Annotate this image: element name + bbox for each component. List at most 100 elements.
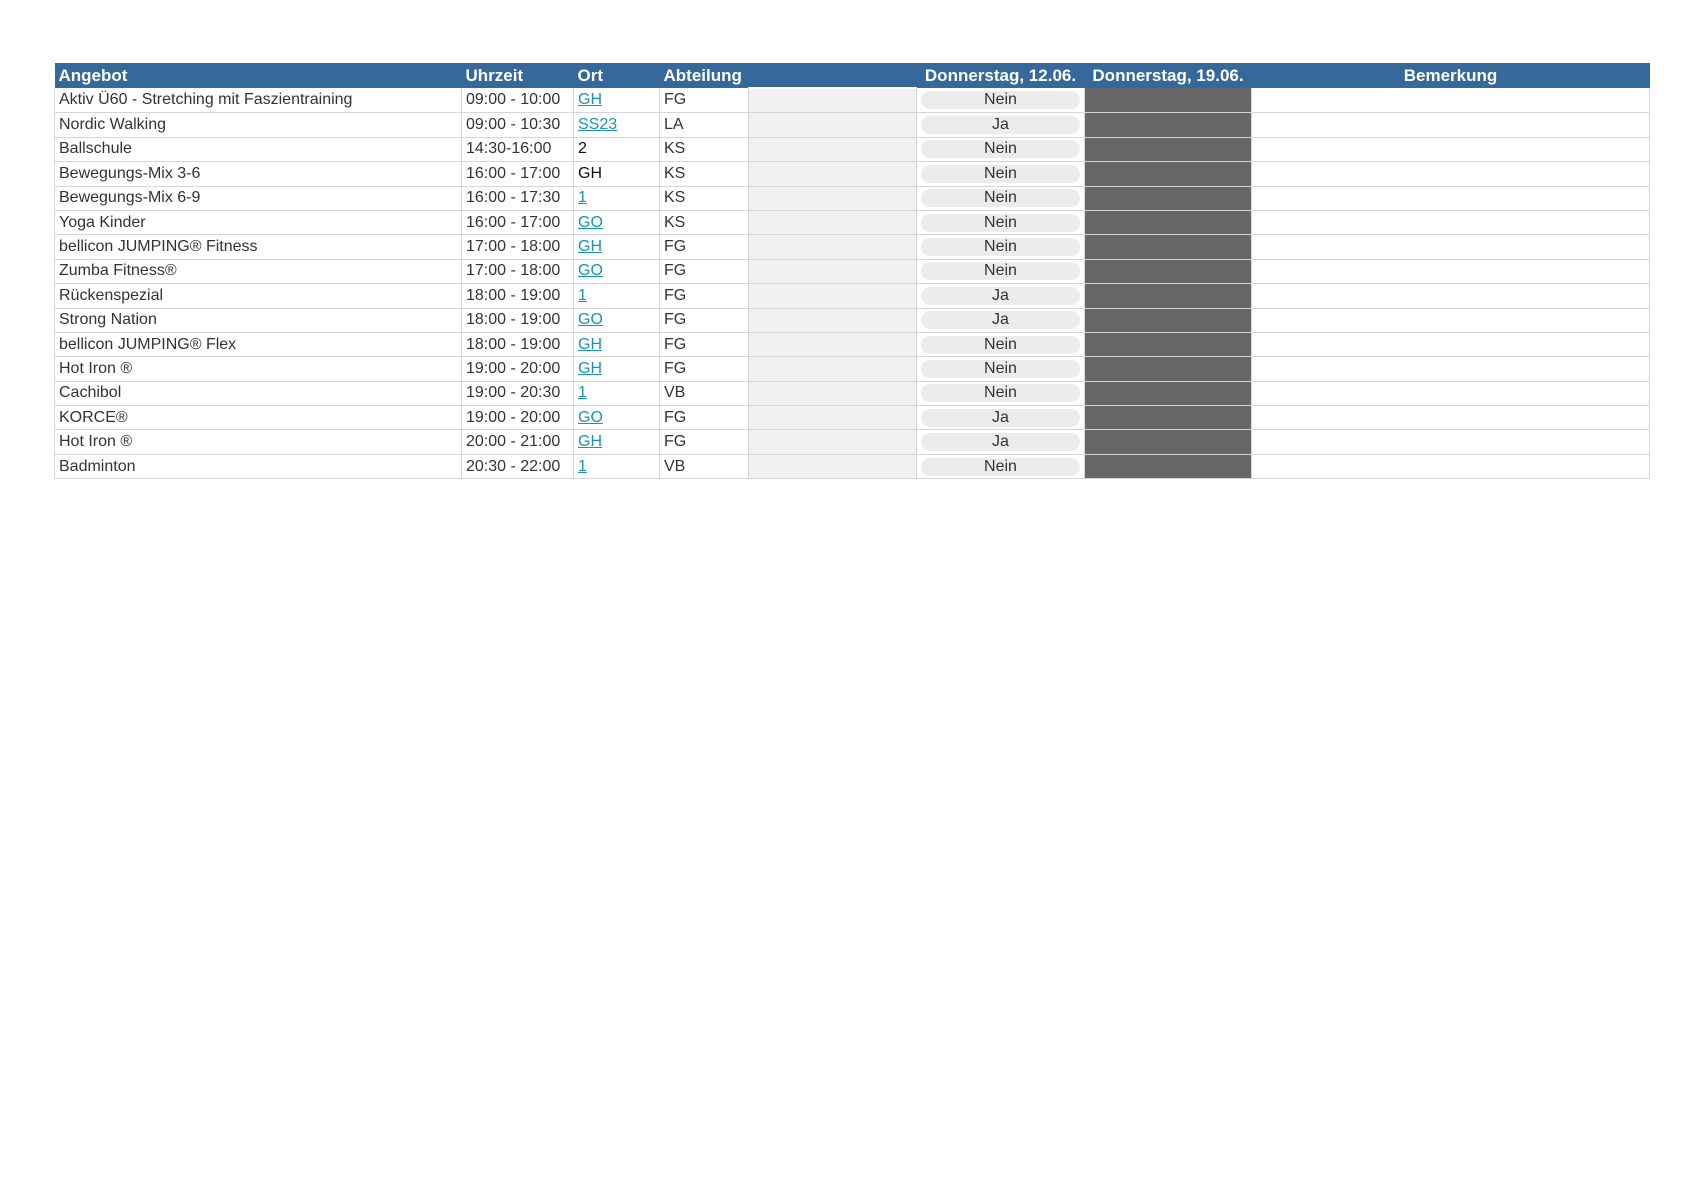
cell-angebot: Yoga Kinder xyxy=(54,210,462,236)
cell-status-date-1[interactable]: Nein xyxy=(916,186,1085,211)
header-abteilung: Abteilung xyxy=(659,63,749,88)
cell-bemerkung[interactable] xyxy=(1251,259,1650,285)
cell-bemerkung[interactable] xyxy=(1251,88,1650,114)
status-pill[interactable]: Nein xyxy=(921,213,1080,232)
ort-link[interactable]: GH xyxy=(578,91,602,108)
status-pill[interactable]: Nein xyxy=(921,140,1080,159)
cell-uhrzeit: 16:00 - 17:30 xyxy=(461,186,574,211)
cell-uhrzeit: 09:00 - 10:30 xyxy=(461,112,574,138)
cell-status-date-1[interactable]: Nein xyxy=(916,381,1085,407)
cell-angebot: Hot Iron ® xyxy=(54,356,462,382)
table-row: Badminton 20:30 - 22:00 1 VB Nein xyxy=(54,454,1650,480)
ort-link[interactable]: GH xyxy=(578,360,602,377)
cell-uhrzeit: 18:00 - 19:00 xyxy=(461,332,574,358)
cell-status-date-1[interactable]: Nein xyxy=(916,234,1085,260)
cell-bemerkung[interactable] xyxy=(1251,210,1650,236)
cell-abteilung: KS xyxy=(659,137,749,163)
cell-status-date-1[interactable]: Nein xyxy=(916,259,1085,285)
cell-bemerkung[interactable] xyxy=(1251,356,1650,382)
status-pill[interactable]: Nein xyxy=(921,384,1080,403)
status-pill[interactable]: Ja xyxy=(921,311,1080,330)
status-pill[interactable]: Nein xyxy=(921,457,1080,476)
table-row: Cachibol 19:00 - 20:30 1 VB Nein xyxy=(54,381,1650,407)
status-pill[interactable]: Ja xyxy=(921,286,1080,305)
cell-bemerkung[interactable] xyxy=(1251,332,1650,358)
cell-bemerkung[interactable] xyxy=(1251,234,1650,260)
cell-bemerkung[interactable] xyxy=(1251,308,1650,333)
header-date-1: Donnerstag, 12.06. xyxy=(916,63,1085,88)
cell-ort: GO xyxy=(573,210,660,236)
cell-status-date-1[interactable]: Nein xyxy=(916,137,1085,163)
ort-link[interactable]: GH xyxy=(578,238,602,255)
ort-link[interactable]: GO xyxy=(578,311,603,328)
table-row: Yoga Kinder 16:00 - 17:00 GO KS Nein xyxy=(54,210,1650,236)
ort-link[interactable]: GO xyxy=(578,262,603,279)
status-pill[interactable]: Nein xyxy=(921,91,1080,110)
cell-blank xyxy=(748,283,917,309)
status-pill[interactable]: Nein xyxy=(921,335,1080,354)
ort-link[interactable]: GO xyxy=(578,409,603,426)
cell-bemerkung[interactable] xyxy=(1251,283,1650,309)
cell-status-date-1[interactable]: Ja xyxy=(916,405,1085,431)
cell-status-date-1[interactable]: Nein xyxy=(916,210,1085,236)
cell-bemerkung[interactable] xyxy=(1251,454,1650,480)
cell-ort: GH xyxy=(573,332,660,358)
cell-ort: GH xyxy=(573,356,660,382)
status-pill[interactable]: Ja xyxy=(921,408,1080,427)
status-pill[interactable]: Nein xyxy=(921,262,1080,281)
header-uhrzeit: Uhrzeit xyxy=(461,63,574,88)
status-pill[interactable]: Ja xyxy=(921,433,1080,452)
ort-link[interactable]: 1 xyxy=(578,287,587,304)
ort-link[interactable]: GH xyxy=(578,336,602,353)
cell-status-date-1[interactable]: Ja xyxy=(916,112,1085,138)
table-row: Aktiv Ü60 - Stretching mit Faszientraini… xyxy=(54,88,1650,114)
status-pill[interactable]: Nein xyxy=(921,189,1080,208)
ort-link[interactable]: SS23 xyxy=(578,116,617,133)
table-row: Strong Nation 18:00 - 19:00 GO FG Ja xyxy=(54,308,1650,333)
ort-link[interactable]: GO xyxy=(578,214,603,231)
cell-status-date-1[interactable]: Ja xyxy=(916,429,1085,455)
cell-angebot: Ballschule xyxy=(54,137,462,163)
table-row: Hot Iron ® 19:00 - 20:00 GH FG Nein xyxy=(54,356,1650,382)
cell-blank xyxy=(748,137,917,163)
cell-status-date-1[interactable]: Nein xyxy=(916,88,1085,114)
cell-status-date-2 xyxy=(1084,112,1252,138)
cell-angebot: Badminton xyxy=(54,454,462,480)
cell-status-date-2 xyxy=(1084,405,1252,431)
cell-bemerkung[interactable] xyxy=(1251,405,1650,431)
cell-bemerkung[interactable] xyxy=(1251,161,1650,187)
cell-status-date-1[interactable]: Nein xyxy=(916,332,1085,358)
cell-uhrzeit: 19:00 - 20:30 xyxy=(461,381,574,407)
cell-angebot: Nordic Walking xyxy=(54,112,462,138)
cell-ort: GH xyxy=(573,161,660,187)
table-row: Bewegungs-Mix 3-6 16:00 - 17:00 GH KS Nein xyxy=(54,161,1650,187)
cell-status-date-1[interactable]: Nein xyxy=(916,454,1085,480)
cell-abteilung: FG xyxy=(659,88,749,114)
cell-bemerkung[interactable] xyxy=(1251,112,1650,138)
cell-uhrzeit: 16:00 - 17:00 xyxy=(461,210,574,236)
cell-abteilung: KS xyxy=(659,161,749,187)
status-pill[interactable]: Ja xyxy=(921,116,1080,135)
cell-ort: 1 xyxy=(573,283,660,309)
cell-ort: GH xyxy=(573,234,660,260)
cell-uhrzeit: 17:00 - 18:00 xyxy=(461,234,574,260)
cell-status-date-1[interactable]: Nein xyxy=(916,161,1085,187)
cell-status-date-1[interactable]: Nein xyxy=(916,356,1085,382)
cell-status-date-1[interactable]: Ja xyxy=(916,308,1085,333)
cell-ort: 1 xyxy=(573,381,660,407)
ort-link[interactable]: 1 xyxy=(578,458,587,475)
cell-bemerkung[interactable] xyxy=(1251,137,1650,163)
cell-angebot: KORCE® xyxy=(54,405,462,431)
cell-bemerkung[interactable] xyxy=(1251,429,1650,455)
status-pill[interactable]: Nein xyxy=(921,164,1080,183)
status-pill[interactable]: Nein xyxy=(921,359,1080,378)
cell-bemerkung[interactable] xyxy=(1251,186,1650,211)
ort-link[interactable]: 1 xyxy=(578,189,587,206)
ort-link[interactable]: GH xyxy=(578,433,602,450)
header-bemerkung: Bemerkung xyxy=(1251,63,1650,88)
status-pill[interactable]: Nein xyxy=(921,238,1080,257)
cell-status-date-1[interactable]: Ja xyxy=(916,283,1085,309)
cell-angebot: Zumba Fitness® xyxy=(54,259,462,285)
cell-bemerkung[interactable] xyxy=(1251,381,1650,407)
ort-link[interactable]: 1 xyxy=(578,384,587,401)
